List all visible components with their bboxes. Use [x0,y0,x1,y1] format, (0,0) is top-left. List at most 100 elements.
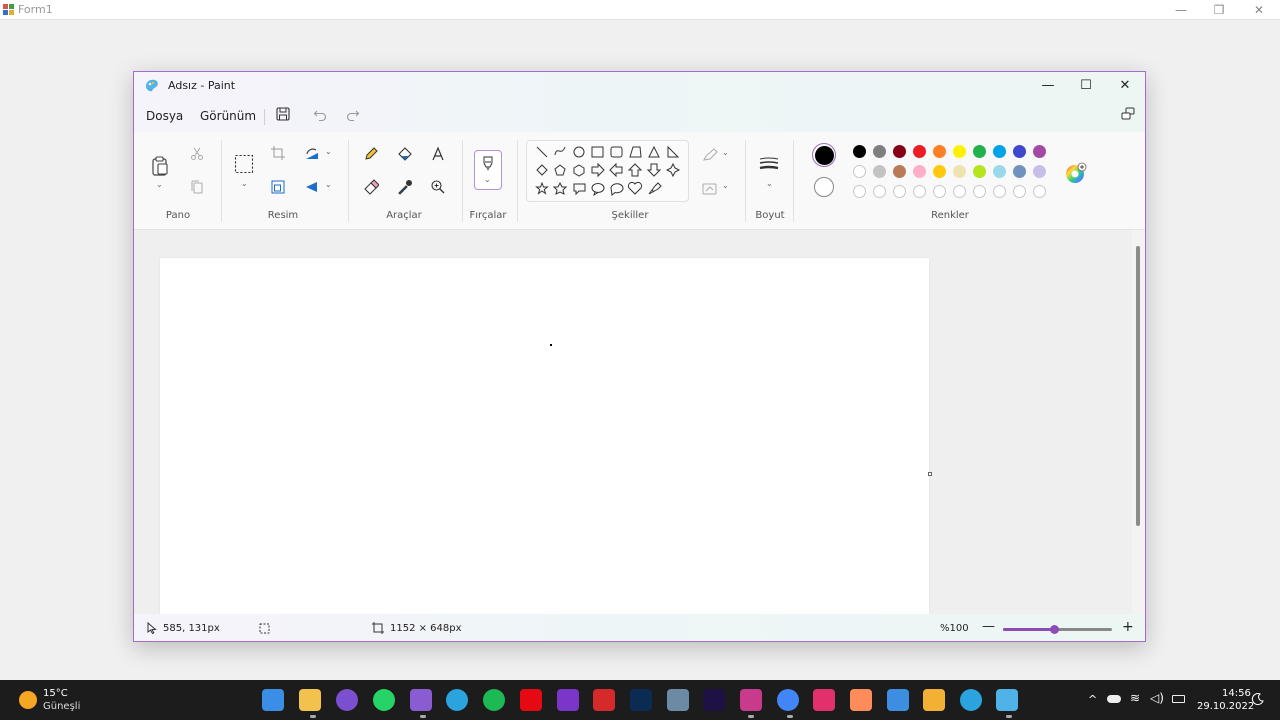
color-picker-icon[interactable] [397,179,413,195]
color-swatch[interactable] [933,145,946,158]
minimize-icon[interactable]: — [1034,76,1062,96]
primary-color-selector[interactable] [812,143,836,167]
size-icon[interactable] [759,157,779,173]
text-icon[interactable] [430,146,446,162]
outline-chevron-icon[interactable]: ⌄ [722,148,729,157]
shape-fill-icon[interactable] [702,181,718,195]
flip-icon[interactable] [304,180,320,194]
explorer-icon[interactable] [299,689,321,711]
vertical-scrollbar[interactable] [1136,246,1140,526]
color-swatch[interactable] [913,145,926,158]
custom-color-slot[interactable] [1033,185,1046,198]
custom-color-slot[interactable] [913,185,926,198]
netflix-icon[interactable] [520,689,542,711]
start-icon[interactable] [262,689,284,711]
color-swatch[interactable] [893,165,906,178]
flip-chevron-icon[interactable]: ⌄ [325,180,332,189]
color-swatch[interactable] [873,145,886,158]
premiere-icon[interactable] [703,689,725,711]
crop-icon[interactable] [271,146,285,160]
color-swatch[interactable] [953,165,966,178]
color-swatch[interactable] [873,165,886,178]
close-icon[interactable]: ✕ [1111,76,1139,96]
github-icon[interactable] [336,689,358,711]
battery-icon[interactable] [1172,695,1185,703]
color-swatch[interactable] [1033,145,1046,158]
custom-color-slot[interactable] [873,185,886,198]
color-swatch[interactable] [993,165,1006,178]
color-swatch[interactable] [973,165,986,178]
outline-icon[interactable] [702,148,718,162]
brush-selector[interactable]: ⌄ [474,150,502,190]
custom-color-slot[interactable] [1013,185,1026,198]
wifi-icon[interactable]: ≋ [1130,691,1140,705]
maximize-icon[interactable]: ☐ [1072,76,1100,96]
color-swatch[interactable] [933,165,946,178]
photos-icon[interactable] [850,689,872,711]
notepad-icon[interactable] [887,689,909,711]
chrome-icon[interactable] [777,689,799,711]
visual-studio-icon[interactable] [410,689,432,711]
resize-icon[interactable] [271,180,285,194]
zoom-in-icon[interactable]: + [1122,619,1134,635]
secondary-color-selector[interactable] [814,177,834,197]
size-chevron-icon[interactable]: ⌄ [766,179,773,188]
color-swatch[interactable] [913,165,926,178]
custom-color-slot[interactable] [953,185,966,198]
volume-icon[interactable]: ◁) [1150,691,1164,705]
select-chevron-icon[interactable]: ⌄ [241,179,248,188]
fill-icon[interactable] [397,146,413,162]
jetbrains-icon[interactable] [557,689,579,711]
edit-colors-icon[interactable] [1065,162,1089,186]
custom-color-slot[interactable] [933,185,946,198]
telegram-icon[interactable] [446,689,468,711]
shape-fill-chevron-icon[interactable]: ⌄ [722,181,729,190]
swiftkey-icon[interactable] [593,689,615,711]
select-icon[interactable] [234,154,254,174]
form1-close-icon[interactable]: ✕ [1250,2,1268,18]
color-swatch[interactable] [953,145,966,158]
custom-color-slot[interactable] [853,185,866,198]
color-swatch[interactable] [853,145,866,158]
zoom-out-icon[interactable]: — [982,619,995,634]
show-hidden-icons-icon[interactable]: ^ [1088,693,1097,706]
paste-icon[interactable] [150,155,170,177]
rotate-icon[interactable] [304,147,320,161]
color-swatch[interactable] [1033,165,1046,178]
save-icon[interactable] [275,106,291,122]
whatsapp-icon[interactable] [373,689,395,711]
redo-icon[interactable] [345,106,361,122]
color-swatch[interactable] [1013,165,1026,178]
weather-sun-icon[interactable] [19,691,37,709]
form1-minimize-icon[interactable]: — [1172,2,1190,18]
color-swatch[interactable] [993,145,1006,158]
paste-chevron-icon[interactable]: ⌄ [156,180,163,189]
clock-time[interactable]: 14:56 [1222,688,1251,699]
paint-icon[interactable] [996,689,1018,711]
spotify-icon[interactable] [483,689,505,711]
menu-view[interactable]: Görünüm [200,109,256,123]
shapes-grid-icons[interactable] [527,141,690,203]
zoom-slider-track[interactable] [1003,625,1112,634]
shapes-gallery[interactable] [526,140,689,202]
pencil-icon[interactable] [363,146,379,162]
photoshop-icon[interactable] [630,689,652,711]
magnifier-icon[interactable] [430,179,446,195]
zoom-slider-thumb[interactable] [1050,625,1060,634]
calculator-icon[interactable] [667,689,689,711]
canvas-resize-handle[interactable] [928,472,932,476]
telegram-2-icon[interactable] [960,689,982,711]
color-swatch[interactable] [973,145,986,158]
layers-icon[interactable] [1120,106,1136,122]
custom-color-slot[interactable] [893,185,906,198]
undo-icon[interactable] [312,106,328,122]
copy-icon[interactable] [190,180,204,194]
focus-assist-icon[interactable] [1251,692,1265,706]
menu-file[interactable]: Dosya [146,109,183,123]
clock-date[interactable]: 29.10.2022 [1197,701,1254,712]
rotate-chevron-icon[interactable]: ⌄ [325,147,332,156]
cut-icon[interactable] [190,147,204,161]
drawing-canvas[interactable] [160,258,929,618]
custom-color-slot[interactable] [993,185,1006,198]
winforms-icon[interactable] [923,689,945,711]
